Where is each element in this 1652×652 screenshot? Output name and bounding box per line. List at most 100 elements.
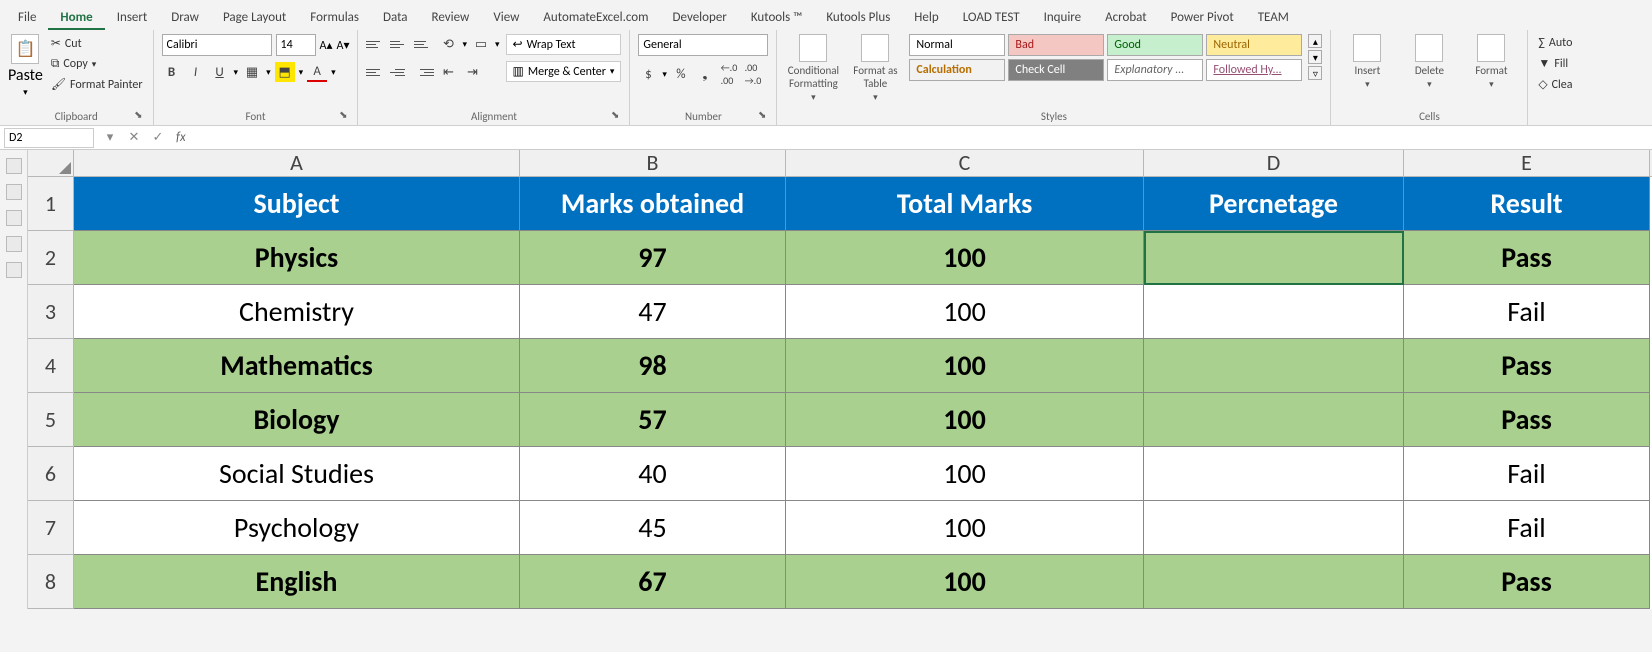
fill-color-button[interactable]: ⬒ <box>275 62 295 82</box>
tab-view[interactable]: View <box>481 4 531 30</box>
tab-power-pivot[interactable]: Power Pivot <box>1159 4 1246 30</box>
row-header-2[interactable]: 2 <box>28 231 74 285</box>
tab-load-test[interactable]: LOAD TEST <box>951 4 1032 30</box>
font-color-button[interactable]: A <box>307 62 327 82</box>
side-icon-4[interactable] <box>6 236 22 252</box>
decrease-font-button[interactable]: A▾ <box>337 38 350 53</box>
align-middle-button[interactable] <box>390 34 410 54</box>
side-icon-2[interactable] <box>6 184 22 200</box>
number-format-select[interactable] <box>638 34 768 56</box>
enter-formula-button[interactable]: ✓ <box>146 130 170 145</box>
style-bad[interactable]: Bad <box>1008 34 1104 56</box>
cell-E3[interactable]: Fail <box>1404 285 1650 339</box>
name-box[interactable] <box>4 128 94 148</box>
worksheet-grid[interactable]: ABCDE1SubjectMarks obtainedTotal MarksPe… <box>28 150 1652 609</box>
row-header-3[interactable]: 3 <box>28 285 74 339</box>
style-neutral[interactable]: Neutral <box>1206 34 1302 56</box>
cell-D8[interactable] <box>1144 555 1404 609</box>
cell-C2[interactable]: 100 <box>786 231 1144 285</box>
cell-D1[interactable]: Percnetage <box>1144 177 1404 231</box>
cell-E6[interactable]: Fail <box>1404 447 1650 501</box>
bold-button[interactable]: B <box>162 62 182 82</box>
ruler-button[interactable]: ▭ <box>471 34 491 54</box>
styles-scroll-up[interactable]: ▴ <box>1308 34 1322 48</box>
dialog-launcher-icon[interactable]: ⬊ <box>611 108 619 121</box>
tab-file[interactable]: File <box>6 4 48 30</box>
dialog-launcher-icon[interactable]: ⬊ <box>758 108 766 121</box>
format-as-table-button[interactable]: Format as Table▾ <box>847 34 903 103</box>
insert-cells-button[interactable]: Insert▾ <box>1339 34 1395 90</box>
style-normal[interactable]: Normal <box>909 34 1005 56</box>
style-check-cell[interactable]: Check Cell <box>1008 59 1104 81</box>
cell-C1[interactable]: Total Marks <box>786 177 1144 231</box>
cell-D7[interactable] <box>1144 501 1404 555</box>
side-icon-5[interactable] <box>6 262 22 278</box>
align-left-button[interactable] <box>366 62 386 82</box>
tab-home[interactable]: Home <box>48 4 104 30</box>
increase-indent-button[interactable]: ⇥ <box>462 62 482 82</box>
tab-page-layout[interactable]: Page Layout <box>211 4 298 30</box>
cell-D5[interactable] <box>1144 393 1404 447</box>
borders-button[interactable]: ▦ <box>242 62 262 82</box>
side-icon-3[interactable] <box>6 210 22 226</box>
increase-font-button[interactable]: A▴ <box>320 38 333 53</box>
cell-C7[interactable]: 100 <box>786 501 1144 555</box>
cell-B5[interactable]: 57 <box>520 393 786 447</box>
cell-B7[interactable]: 45 <box>520 501 786 555</box>
style-good[interactable]: Good <box>1107 34 1203 56</box>
tab-automateexcel-com[interactable]: AutomateExcel.com <box>531 4 660 30</box>
cell-A7[interactable]: Psychology <box>74 501 520 555</box>
wrap-text-button[interactable]: ↩Wrap Text <box>506 34 622 55</box>
underline-button[interactable]: U <box>210 62 230 82</box>
col-header-A[interactable]: A <box>74 150 520 176</box>
align-center-button[interactable] <box>390 62 410 82</box>
orientation-button[interactable]: ⟲ <box>438 34 458 54</box>
currency-button[interactable]: $ <box>638 64 658 84</box>
cell-B6[interactable]: 40 <box>520 447 786 501</box>
row-header-5[interactable]: 5 <box>28 393 74 447</box>
comma-button[interactable]: ❟ <box>695 64 715 84</box>
tab-help[interactable]: Help <box>902 4 950 30</box>
col-header-E[interactable]: E <box>1404 150 1650 176</box>
conditional-formatting-button[interactable]: Conditional Formatting▾ <box>785 34 841 103</box>
dialog-launcher-icon[interactable]: ⬊ <box>339 108 347 121</box>
cancel-formula-button[interactable]: ✕ <box>122 130 146 145</box>
cell-D2[interactable] <box>1144 231 1404 285</box>
row-header-7[interactable]: 7 <box>28 501 74 555</box>
row-header-1[interactable]: 1 <box>28 177 74 231</box>
cell-A4[interactable]: Mathematics <box>74 339 520 393</box>
cell-D6[interactable] <box>1144 447 1404 501</box>
tab-developer[interactable]: Developer <box>661 4 739 30</box>
cell-B2[interactable]: 97 <box>520 231 786 285</box>
cell-C4[interactable]: 100 <box>786 339 1144 393</box>
cell-A5[interactable]: Biology <box>74 393 520 447</box>
styles-more[interactable]: ▿ <box>1308 66 1322 80</box>
format-cells-button[interactable]: Format▾ <box>1463 34 1519 90</box>
cell-B1[interactable]: Marks obtained <box>520 177 786 231</box>
decrease-indent-button[interactable]: ⇤ <box>438 62 458 82</box>
tab-kutools-plus[interactable]: Kutools Plus <box>814 4 902 30</box>
autosum-button[interactable]: ∑Auto <box>1536 34 1574 52</box>
percent-button[interactable]: % <box>671 64 691 84</box>
cell-C5[interactable]: 100 <box>786 393 1144 447</box>
side-icon-1[interactable] <box>6 158 22 174</box>
style-explanatory[interactable]: Explanatory ... <box>1107 59 1203 81</box>
cell-B4[interactable]: 98 <box>520 339 786 393</box>
cell-A6[interactable]: Social Studies <box>74 447 520 501</box>
tab-inquire[interactable]: Inquire <box>1032 4 1094 30</box>
cell-E8[interactable]: Pass <box>1404 555 1650 609</box>
fill-button[interactable]: ▼Fill <box>1536 54 1570 73</box>
cell-C8[interactable]: 100 <box>786 555 1144 609</box>
cell-E2[interactable]: Pass <box>1404 231 1650 285</box>
cell-A1[interactable]: Subject <box>74 177 520 231</box>
clear-button[interactable]: ◇Clea <box>1536 75 1574 94</box>
decrease-decimal-button[interactable]: .00→.0 <box>743 64 763 84</box>
cell-E4[interactable]: Pass <box>1404 339 1650 393</box>
italic-button[interactable]: I <box>186 62 206 82</box>
tab-review[interactable]: Review <box>420 4 482 30</box>
cell-A8[interactable]: English <box>74 555 520 609</box>
cell-C6[interactable]: 100 <box>786 447 1144 501</box>
align-bottom-button[interactable] <box>414 34 434 54</box>
increase-decimal-button[interactable]: ←.0.00 <box>719 64 739 84</box>
format-painter-button[interactable]: 🖌Format Painter <box>49 75 145 94</box>
